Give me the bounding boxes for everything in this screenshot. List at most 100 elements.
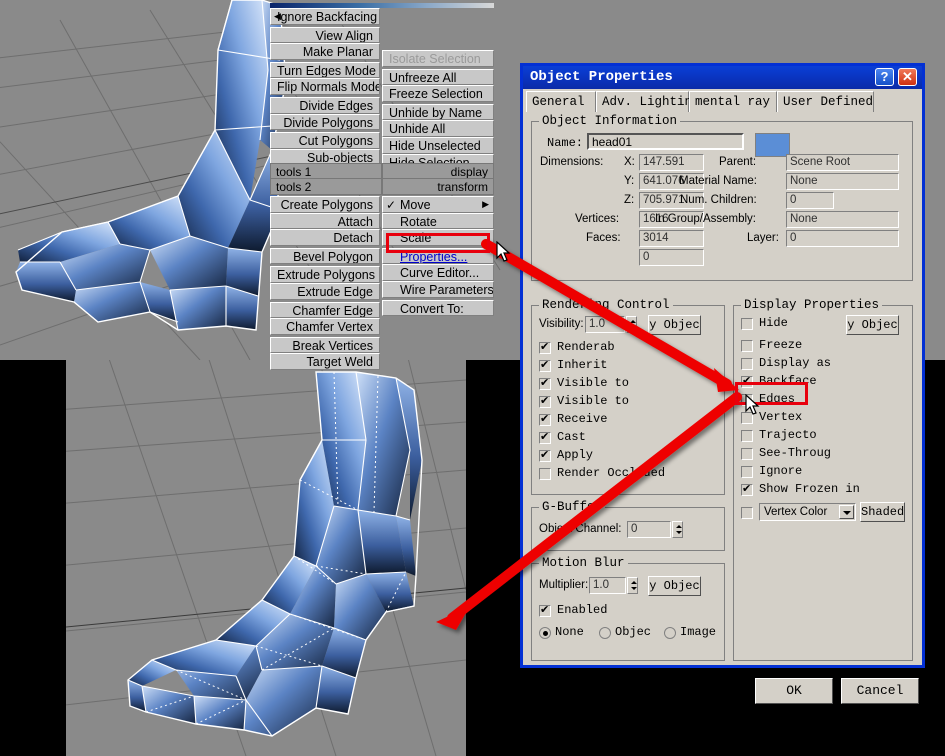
label-dimensions: Dimensions: <box>540 156 603 168</box>
menu-item-freeze-selection[interactable]: Freeze Selection <box>382 85 494 102</box>
checkbox-visible-to-camera[interactable] <box>539 378 551 390</box>
menu-item-convert-to[interactable]: Convert To: <box>382 300 494 317</box>
menu-item-attach[interactable]: Attach <box>270 213 380 230</box>
menu-item-create-polygons[interactable]: Create Polygons <box>270 196 380 213</box>
menu-item-extrude-polygons[interactable]: Extrude Polygons <box>270 266 380 283</box>
menu-item-divide-polygons[interactable]: Divide Polygons <box>270 114 380 131</box>
menu-item-bevel-polygon[interactable]: Bevel Polygon <box>270 248 380 265</box>
group-object-information-label: Object Information <box>539 114 680 128</box>
help-icon[interactable]: ? <box>875 68 894 86</box>
checkbox-trajectory[interactable] <box>741 430 753 442</box>
checkbox-see-through[interactable] <box>741 448 753 460</box>
multiplier-spinner[interactable] <box>627 577 638 594</box>
vertex-color-combo[interactable]: Vertex Color <box>759 503 856 521</box>
visibility-spinner[interactable] <box>626 316 637 333</box>
label-vertices: Vertices: <box>575 213 619 225</box>
menu-column-left-bottom[interactable]: Create Polygons Attach Detach Bevel Poly… <box>270 196 380 372</box>
radio-blur-object[interactable] <box>599 627 611 639</box>
tab-adv-lighting[interactable]: Adv. Lighting <box>596 91 689 112</box>
tab-user-defined[interactable]: User Defined <box>777 91 874 112</box>
visibility-field[interactable]: 1.0 <box>585 316 625 333</box>
label-object-channel: Object Channel: <box>539 523 621 535</box>
viewport-bottom-render <box>66 360 466 756</box>
label-show-frozen-in-gray: Show Frozen in <box>759 482 860 496</box>
mouse-cursor-menu <box>496 241 512 263</box>
menu-item-extrude-edge[interactable]: Extrude Edge <box>270 283 380 300</box>
menu-item-make-planar[interactable]: Make Planar <box>270 43 380 60</box>
motion-blur-by-object-button[interactable]: y Objec <box>648 576 701 596</box>
checkbox-render-occluded[interactable] <box>539 468 551 480</box>
menu-item-chamfer-edge[interactable]: Chamfer Edge <box>270 302 380 319</box>
checkbox-apply-atmospherics[interactable] <box>539 450 551 462</box>
menu-item-turn-edges-mode[interactable]: Turn Edges Mode <box>270 62 380 79</box>
label-layer: Layer: <box>747 232 779 244</box>
checkbox-hide[interactable] <box>741 318 753 330</box>
dialog-tabs[interactable]: General Adv. Lighting mental ray User De… <box>526 91 922 113</box>
checkbox-receive-shadows[interactable] <box>539 414 551 426</box>
display-by-object-button[interactable]: y Objec <box>846 315 899 335</box>
faces-field: 3014 <box>639 230 704 247</box>
group-g-buffer-label: G-Buffer <box>539 500 605 514</box>
label-parent: Parent: <box>719 156 756 168</box>
label-motion-blur-enabled: Enabled <box>557 603 607 617</box>
object-channel-spinner[interactable] <box>672 521 683 538</box>
radio-blur-none[interactable] <box>539 627 551 639</box>
menu-column-left-top[interactable]: Ignore Backfacing View Align Make Planar… <box>270 8 380 167</box>
menu-item-detach[interactable]: Detach <box>270 229 380 246</box>
checkbox-show-frozen-in-gray[interactable] <box>741 484 753 496</box>
menu-item-move[interactable]: Move <box>382 196 494 213</box>
object-properties-dialog[interactable]: Object Properties ? ✕ General Adv. Light… <box>520 63 925 668</box>
label-blur-none: None <box>555 625 584 639</box>
menu-item-curve-editor[interactable]: Curve Editor... <box>382 264 494 281</box>
menu-item-cut-polygons[interactable]: Cut Polygons <box>270 132 380 149</box>
checkbox-visible-to-reflection[interactable] <box>539 396 551 408</box>
menu-item-divide-edges[interactable]: Divide Edges <box>270 97 380 114</box>
quad-context-menu[interactable]: Ignore Backfacing View Align Make Planar… <box>270 3 494 352</box>
menu-item-unhide-by-name[interactable]: Unhide by Name <box>382 104 494 121</box>
checkbox-ignore-extents[interactable] <box>741 466 753 478</box>
checkbox-motion-blur-enabled[interactable] <box>539 605 551 617</box>
menu-item-unfreeze-all[interactable]: Unfreeze All <box>382 69 494 86</box>
checkbox-cast-shadows[interactable] <box>539 432 551 444</box>
dialog-titlebar[interactable]: Object Properties ? ✕ <box>523 66 922 89</box>
close-icon[interactable]: ✕ <box>898 68 917 86</box>
viewport-bottom-grid <box>66 360 466 756</box>
multiplier-field[interactable]: 1.0 <box>589 577 626 594</box>
group-assembly-field: None <box>786 211 899 228</box>
tab-mental-ray[interactable]: mental ray <box>689 91 777 112</box>
object-color-swatch[interactable] <box>755 133 790 157</box>
menu-item-flip-normals-mode[interactable]: Flip Normals Mode <box>270 78 380 95</box>
menu-item-wire-parameters[interactable]: Wire Parameters <box>382 281 494 298</box>
material-name-field: None <box>786 173 899 190</box>
object-channel-field[interactable]: 0 <box>627 521 671 538</box>
rendering-by-object-button[interactable]: y Objec <box>648 315 701 335</box>
checkbox-vertex-color[interactable] <box>741 507 753 519</box>
menu-item-hide-unselected[interactable]: Hide Unselected <box>382 137 494 154</box>
menu-item-rotate[interactable]: Rotate <box>382 213 494 230</box>
menu-item-break-vertices[interactable]: Break Vertices <box>270 337 380 354</box>
label-vertex-ticks: Vertex <box>759 410 802 424</box>
menu-item-unhide-all[interactable]: Unhide All <box>382 120 494 137</box>
tab-general[interactable]: General <box>526 91 596 112</box>
menu-column-right-bottom[interactable]: Move Rotate Scale Properties... Curve Ed… <box>382 196 494 318</box>
label-receive-shadows: Receive <box>557 412 607 426</box>
menu-item-chamfer-vertex[interactable]: Chamfer Vertex <box>270 318 380 335</box>
label-dim-z: Z: <box>624 194 634 206</box>
menu-bar-row-2: tools 2 transform <box>270 178 494 196</box>
menu-item-ignore-backfacing[interactable]: Ignore Backfacing <box>270 8 380 25</box>
ok-button[interactable]: OK <box>755 678 833 704</box>
menu-item-isolate-selection: Isolate Selection <box>382 50 494 67</box>
name-field[interactable]: head01 <box>587 133 744 150</box>
checkbox-freeze[interactable] <box>741 340 753 352</box>
menu-item-target-weld[interactable]: Target Weld <box>270 353 380 370</box>
label-num-children: Num. Children: <box>680 194 757 206</box>
checkbox-display-as-box[interactable] <box>741 358 753 370</box>
chevron-down-icon[interactable] <box>839 505 854 519</box>
radio-blur-image[interactable] <box>664 627 676 639</box>
menu-column-right-top[interactable]: Isolate Selection Unfreeze All Freeze Se… <box>382 8 494 172</box>
checkbox-renderable[interactable] <box>539 342 551 354</box>
checkbox-inherit[interactable] <box>539 360 551 372</box>
cancel-button[interactable]: Cancel <box>841 678 919 704</box>
shaded-button[interactable]: Shaded <box>860 502 905 522</box>
menu-item-view-align[interactable]: View Align <box>270 27 380 44</box>
